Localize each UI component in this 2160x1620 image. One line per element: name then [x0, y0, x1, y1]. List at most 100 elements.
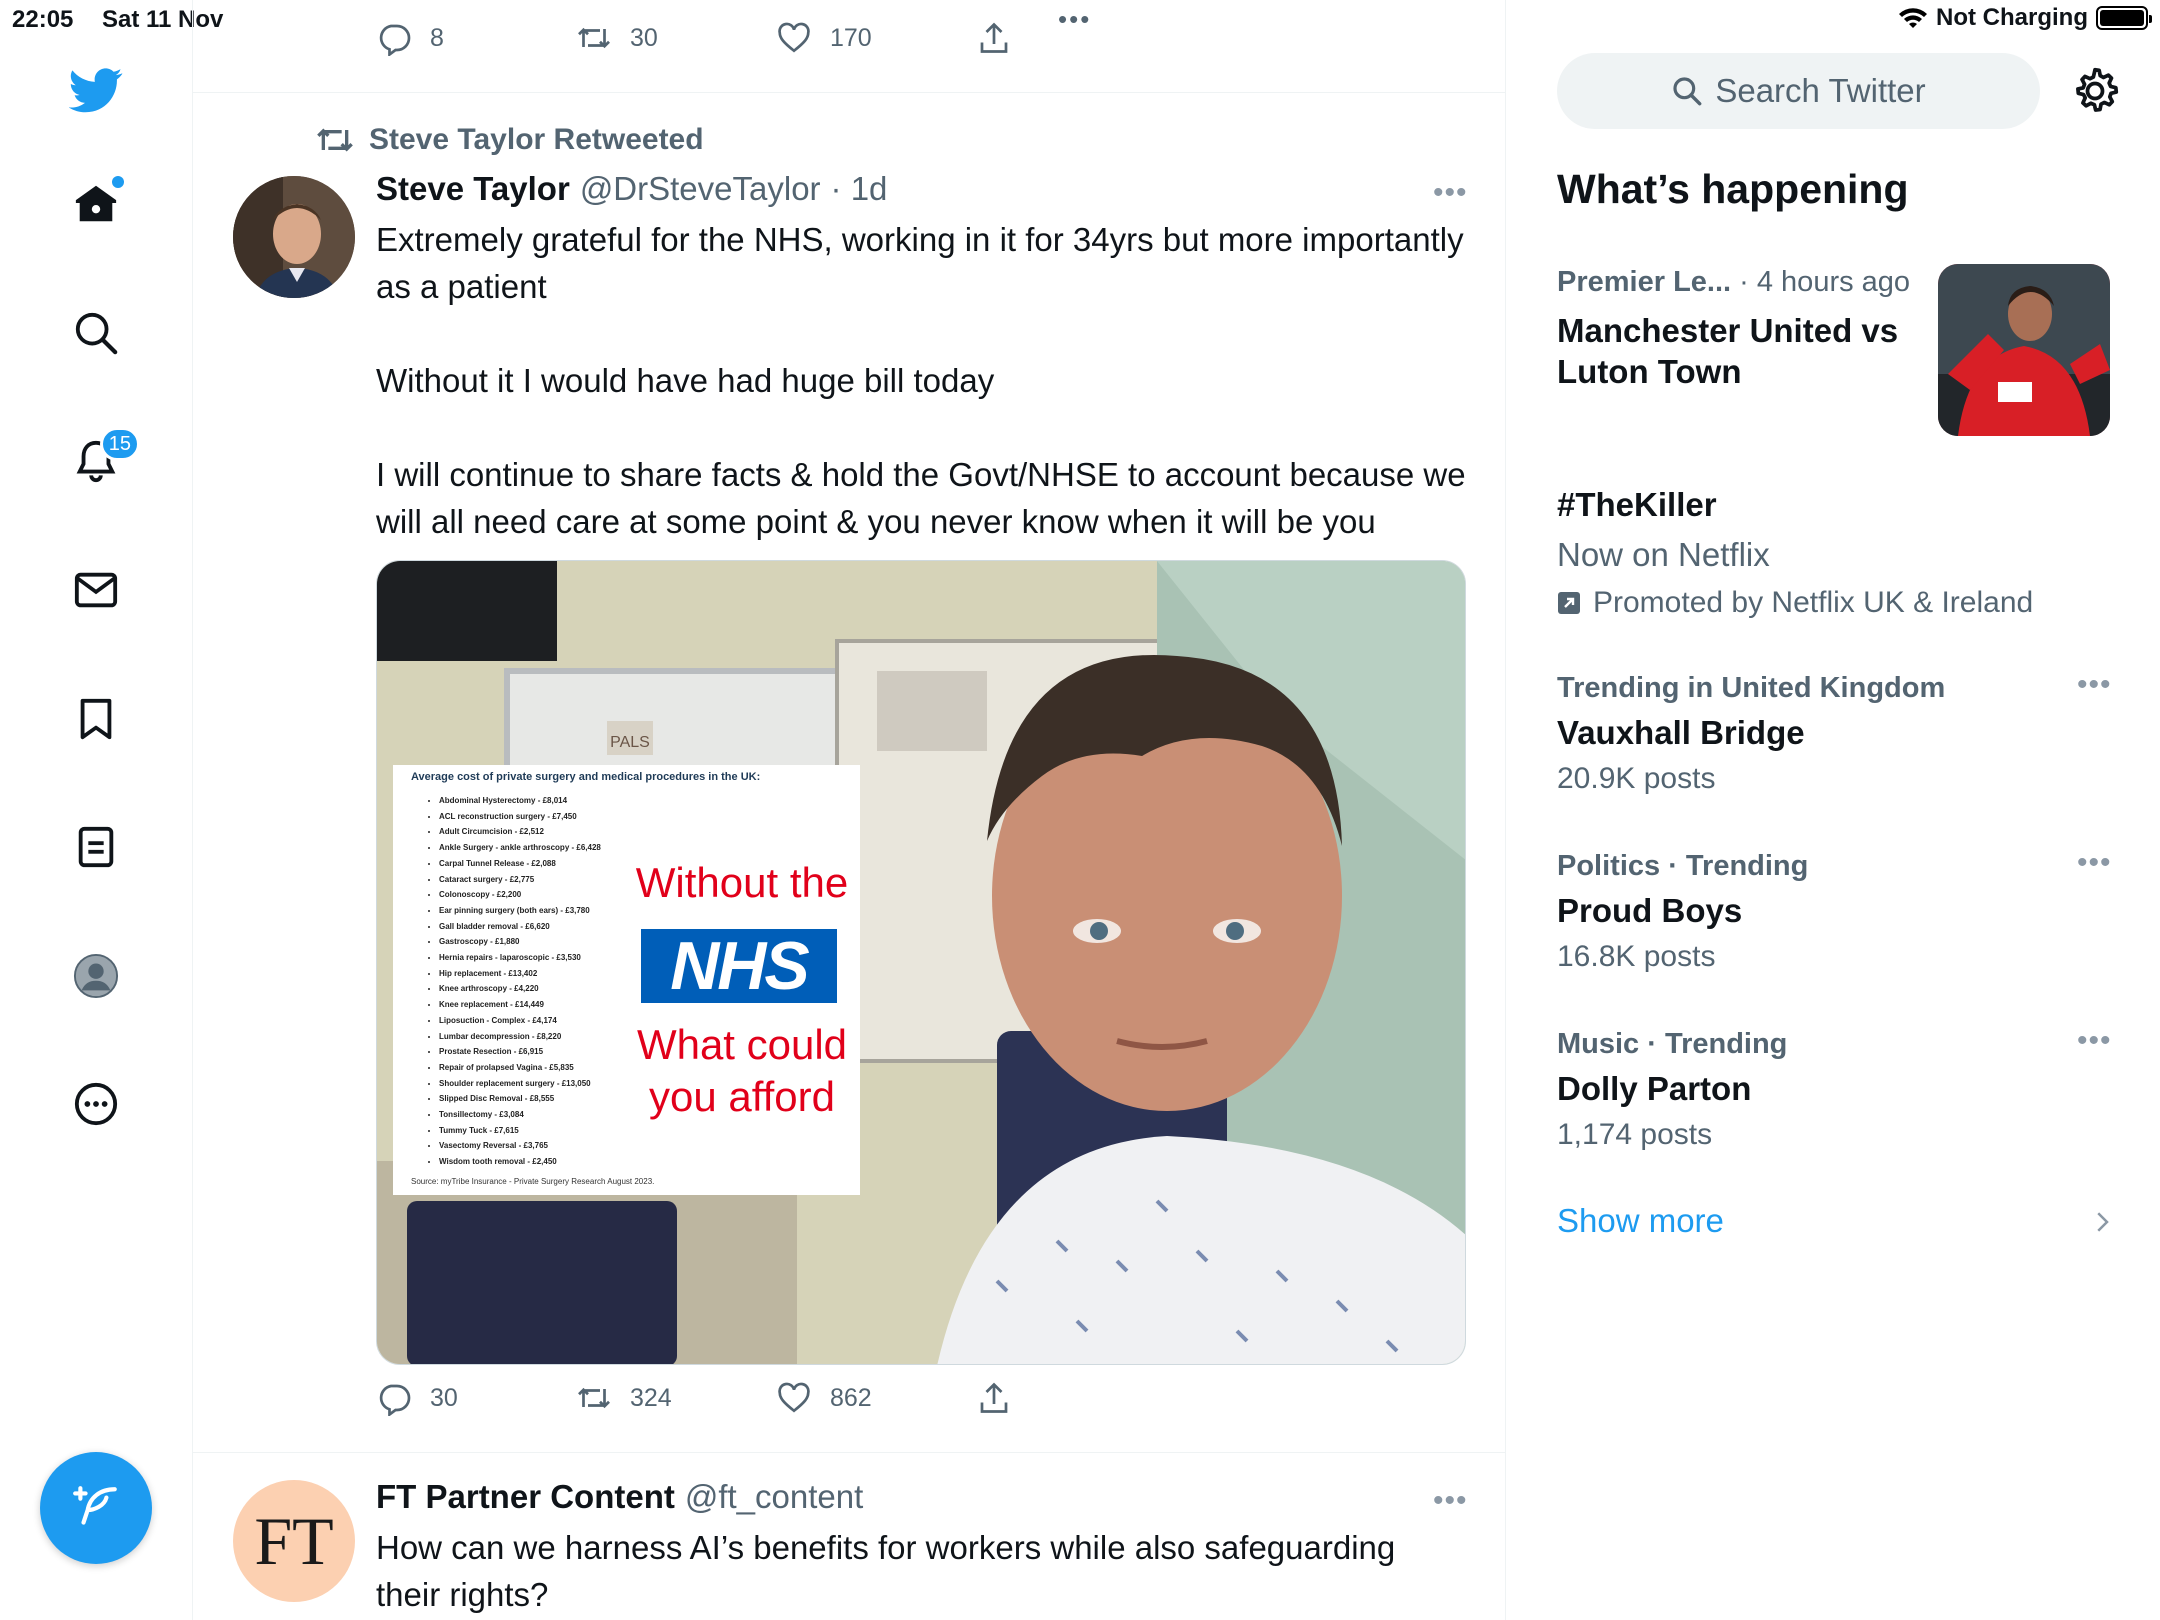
retweet-count: 30: [630, 23, 658, 52]
trend-more-icon[interactable]: •••: [2077, 846, 2112, 880]
procedure-item: Abdominal Hysterectomy - £8,014: [439, 793, 601, 809]
ft-avatar[interactable]: FT: [233, 1480, 355, 1602]
reply-button[interactable]: 8: [376, 20, 444, 56]
tweet-divider: [193, 1452, 1505, 1453]
tweet-text: How can we harness AI’s benefits for wor…: [376, 1529, 1396, 1613]
trend-subtitle: Now on Netflix: [1557, 536, 1770, 573]
messages-envelope-icon[interactable]: [56, 550, 136, 630]
retweeted-by[interactable]: Steve Taylor Retweeted: [315, 120, 704, 160]
bookmarks-icon[interactable]: [56, 679, 136, 759]
previous-tweet-actions: 8 30 170: [193, 22, 1505, 62]
retweet-button[interactable]: 324: [576, 1380, 672, 1416]
retweet-icon: [578, 27, 610, 49]
procedure-item: ACL reconstruction surgery - £7,450: [439, 809, 601, 825]
trend-meta: Politics · Trending: [1557, 850, 1808, 883]
procedure-item: Shoulder replacement surgery - £13,050: [439, 1076, 601, 1092]
trend-title: #TheKiller: [1557, 486, 1717, 523]
promoted-by: Promoted by Netflix UK & Ireland: [1593, 586, 2034, 619]
infographic-title: Average cost of private surgery and medi…: [411, 771, 761, 783]
retweet-button[interactable]: 30: [576, 20, 658, 56]
right-sidebar: Search Twitter What’s happening Premier …: [1507, 0, 2160, 1620]
tweet-more-icon[interactable]: •••: [1433, 176, 1468, 210]
compose-tweet-button[interactable]: [40, 1452, 152, 1564]
procedure-item: Cataract surgery - £2,775: [439, 872, 601, 888]
tweet-time[interactable]: · 1d: [831, 170, 888, 208]
pals-sign: PALS: [610, 734, 650, 751]
promoted-line: Promoted by Netflix UK & Ireland: [1557, 586, 2033, 620]
heart-icon: [778, 1382, 810, 1413]
procedure-item: Slipped Disc Removal - £8,555: [439, 1091, 601, 1107]
home-new-dot: [112, 176, 124, 188]
procedure-item: Lumbar decompression - £8,220: [439, 1029, 601, 1045]
procedure-item: Vasectomy Reversal - £3,765: [439, 1138, 601, 1154]
trend-meta: Trending in United Kingdom: [1557, 672, 1945, 705]
share-button[interactable]: [976, 20, 1012, 56]
chevron-right-icon[interactable]: [2087, 1204, 2117, 1240]
explore-search-icon[interactable]: [56, 293, 136, 373]
procedure-item: Adult Circumcision - £2,512: [439, 824, 601, 840]
notifications-bell-icon[interactable]: 15: [56, 421, 140, 501]
author-name[interactable]: Steve Taylor: [376, 170, 570, 208]
procedure-item: Repair of prolapsed Vagina - £5,835: [439, 1060, 601, 1076]
notifications-badge: 15: [99, 427, 140, 461]
trend-title: Manchester United vs Luton Town: [1557, 312, 1899, 390]
procedure-item: Liposuction - Complex - £4,174: [439, 1013, 601, 1029]
search-icon: [1673, 77, 1702, 106]
infographic-source: Source: myTribe Insurance - Private Surg…: [411, 1177, 655, 1186]
what-could-you-afford-text: What could you afford: [636, 1021, 848, 1120]
twitter-logo-icon[interactable]: [56, 50, 136, 130]
procedure-item: Carpal Tunnel Release - £2,088: [439, 856, 601, 872]
settings-gear-icon[interactable]: [2070, 66, 2120, 116]
retweet-count: 324: [630, 1383, 672, 1412]
share-button[interactable]: [976, 1380, 1012, 1416]
author-handle[interactable]: @ft_content: [685, 1478, 863, 1516]
more-options-icon[interactable]: [56, 1064, 136, 1144]
author-handle[interactable]: @DrSteveTaylor: [580, 170, 821, 208]
left-nav: 15: [0, 0, 193, 1620]
procedure-item: Tummy Tuck - £7,615: [439, 1123, 601, 1139]
share-icon: [980, 22, 1008, 53]
trend-more-icon[interactable]: •••: [2077, 668, 2112, 702]
nhs-cost-infographic: Average cost of private surgery and medi…: [393, 765, 860, 1195]
retweet-icon: [578, 1387, 610, 1409]
procedure-item: Ankle Surgery - ankle arthroscopy - £6,4…: [439, 840, 601, 856]
home-icon[interactable]: [56, 164, 136, 244]
trend-post-count: 1,174 posts: [1557, 1118, 1713, 1151]
like-button[interactable]: 862: [776, 1380, 872, 1416]
procedure-item: Knee replacement - £14,449: [439, 997, 601, 1013]
reply-icon: [379, 24, 411, 56]
procedure-list: Abdominal Hysterectomy - £8,014 ACL reco…: [439, 793, 601, 1170]
author-name[interactable]: FT Partner Content: [376, 1478, 675, 1516]
tweet-more-icon[interactable]: •••: [1433, 1484, 1468, 1518]
like-count: 862: [830, 1383, 872, 1412]
procedure-item: Hip replacement - £13,402: [439, 966, 601, 982]
trend-category: Music · Trending: [1557, 1028, 1788, 1060]
procedure-item: Hernia repairs - laparoscopic - £3,530: [439, 950, 601, 966]
reply-count: 8: [430, 23, 444, 52]
procedure-item: Tonsillectomy - £3,084: [439, 1107, 601, 1123]
like-button[interactable]: 170: [776, 20, 872, 56]
trend-thumbnail[interactable]: [1938, 264, 2110, 436]
compose-feather-icon: [73, 1486, 117, 1525]
search-input[interactable]: Search Twitter: [1557, 53, 2040, 129]
tweet-header: FT Partner Content @ft_content: [376, 1478, 863, 1516]
lists-icon[interactable]: [56, 807, 136, 887]
procedure-item: Knee arthroscopy - £4,220: [439, 981, 601, 997]
trend-category: Politics · Trending: [1557, 850, 1809, 882]
trend-category: Premier Le...: [1557, 266, 1732, 298]
trend-more-icon[interactable]: •••: [2077, 1024, 2112, 1058]
trend-title: Dolly Parton: [1557, 1070, 1752, 1107]
nhs-logo: NHS: [641, 929, 837, 1003]
tweet-text: Extremely grateful for the NHS, working …: [376, 221, 1466, 540]
profile-avatar-icon[interactable]: [56, 936, 136, 1016]
author-avatar[interactable]: [233, 176, 355, 298]
tweet-divider: [193, 92, 1505, 93]
show-more-link[interactable]: Show more: [1557, 1202, 1724, 1240]
share-icon: [980, 1382, 1008, 1413]
tweet-header: Steve Taylor @DrSteveTaylor · 1d: [376, 170, 887, 208]
reply-button[interactable]: 30: [376, 1380, 458, 1416]
procedure-item: Gastroscopy - £1,880: [439, 934, 601, 950]
procedure-item: Ear pinning surgery (both ears) - £3,780: [439, 903, 601, 919]
tweet-media-image[interactable]: PALS Average cost of private surgery and…: [376, 560, 1466, 1365]
procedure-item: Prostate Resection - £6,915: [439, 1044, 601, 1060]
